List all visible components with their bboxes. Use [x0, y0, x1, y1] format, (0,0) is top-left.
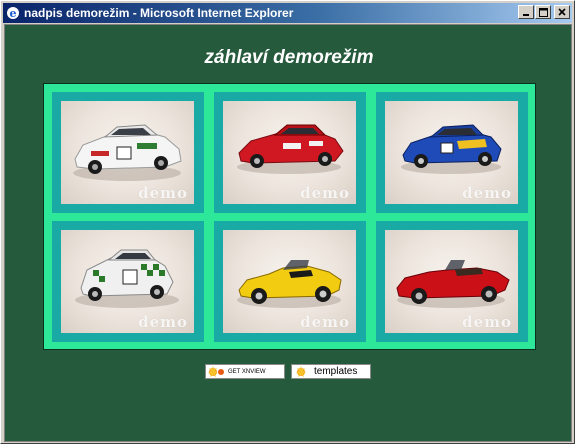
demo-watermark: demo [300, 313, 350, 331]
thumbnail-cell[interactable]: demo [214, 92, 366, 213]
footer-badges: GET XNVIEW templates [205, 364, 371, 379]
thumbnail-gallery: demo demo demo demo demo demo [43, 83, 536, 350]
xnview-logo-icon [206, 365, 228, 378]
demo-watermark: demo [462, 184, 512, 202]
car-photo-red-coupe[interactable]: demo [223, 101, 356, 204]
title-bar[interactable]: e nadpis demorežim - Microsoft Internet … [3, 3, 572, 23]
close-icon [558, 8, 566, 16]
window-controls [517, 5, 570, 19]
car-photo-white-rally[interactable]: demo [61, 101, 194, 204]
thumbnail-cell[interactable]: demo [376, 92, 528, 213]
car-photo-yellow-roadster[interactable]: demo [223, 230, 356, 333]
car-photo-blue-rally[interactable]: demo [385, 101, 518, 204]
demo-watermark: demo [300, 184, 350, 202]
minimize-button[interactable] [518, 5, 534, 19]
demo-watermark: demo [462, 313, 512, 331]
browser-window: e nadpis demorežim - Microsoft Internet … [0, 0, 575, 444]
thumbnail-cell[interactable]: demo [52, 92, 204, 213]
internet-explorer-icon: e [5, 5, 21, 21]
get-xnview-label: GET XNVIEW [228, 368, 266, 375]
page-title: záhlaví demorežim [204, 47, 374, 68]
demo-watermark: demo [138, 184, 188, 202]
window-title: nadpis demorežim - Microsoft Internet Ex… [24, 6, 294, 20]
car-photo-red-convertible[interactable]: demo [385, 230, 518, 333]
demo-watermark: demo [138, 313, 188, 331]
page-viewport: záhlaví demorežim demo demo demo demo de… [4, 24, 572, 442]
thumbnail-cell[interactable]: demo [376, 221, 528, 342]
thumbnail-cell[interactable]: demo [52, 221, 204, 342]
minimize-icon [523, 14, 529, 16]
svg-text:e: e [10, 7, 17, 20]
thumbnail-cell[interactable]: demo [214, 221, 366, 342]
maximize-button[interactable] [535, 5, 551, 19]
templates-badge[interactable]: templates [291, 364, 371, 379]
maximize-icon [538, 7, 548, 17]
get-xnview-badge[interactable]: GET XNVIEW [205, 364, 285, 379]
close-button[interactable] [554, 5, 570, 19]
templates-label: templates [314, 366, 358, 377]
xnview-logo-icon [292, 365, 314, 378]
car-photo-white-hatchback[interactable]: demo [61, 230, 194, 333]
